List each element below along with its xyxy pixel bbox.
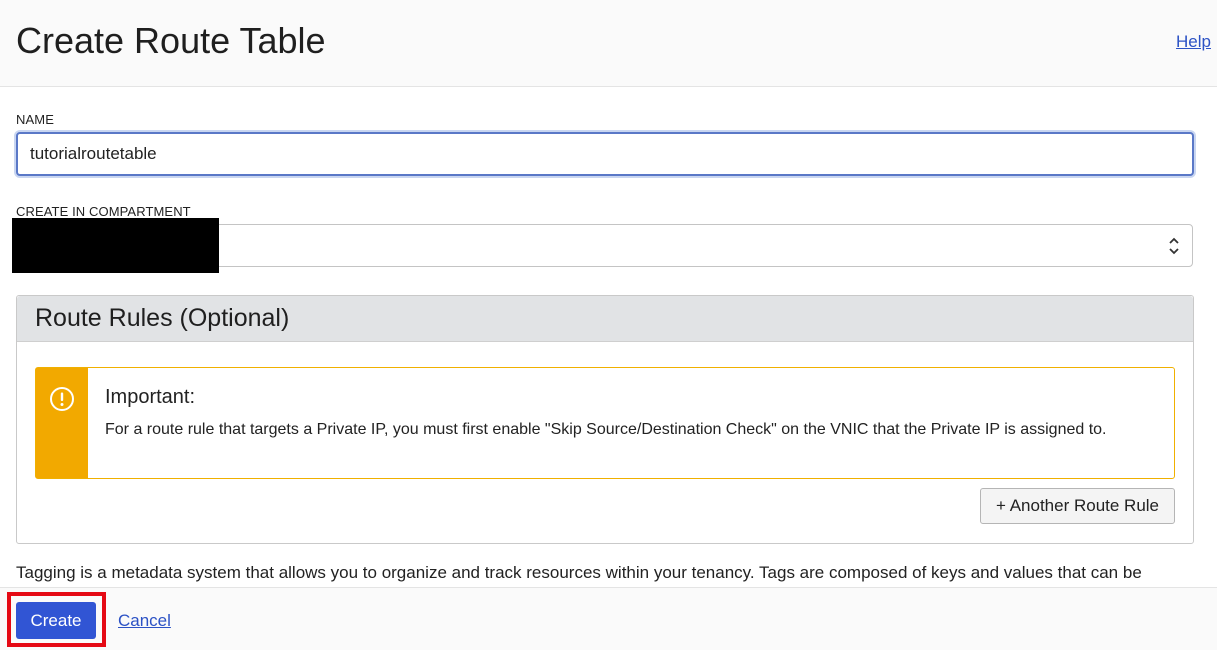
add-route-rule-button[interactable]: + Another Route Rule	[980, 488, 1175, 524]
cancel-link[interactable]: Cancel	[118, 611, 171, 631]
page-title: Create Route Table	[16, 20, 326, 61]
route-rules-panel: Route Rules (Optional) Important: For a …	[16, 295, 1194, 544]
notice-text: For a route rule that targets a Private …	[105, 421, 1107, 438]
select-arrows-icon	[1169, 237, 1179, 255]
tagging-description: Tagging is a metadata system that allows…	[16, 563, 1142, 582]
route-rules-header: Route Rules (Optional)	[17, 296, 1193, 342]
name-input[interactable]	[16, 132, 1194, 176]
route-rules-title: Route Rules (Optional)	[35, 304, 290, 332]
page-header: Create Route Table Help	[0, 0, 1217, 87]
footer: Create Cancel	[0, 587, 1217, 650]
notice-bar	[36, 368, 88, 478]
important-notice: Important: For a route rule that targets…	[35, 367, 1175, 479]
warning-icon	[50, 387, 74, 411]
help-link[interactable]: Help	[1176, 32, 1211, 52]
compartment-label: CREATE IN COMPARTMENT	[16, 204, 191, 219]
create-button[interactable]: Create	[16, 602, 96, 639]
notice-title: Important:	[105, 386, 196, 408]
redaction-block	[12, 218, 219, 273]
name-label: NAME	[16, 112, 54, 127]
